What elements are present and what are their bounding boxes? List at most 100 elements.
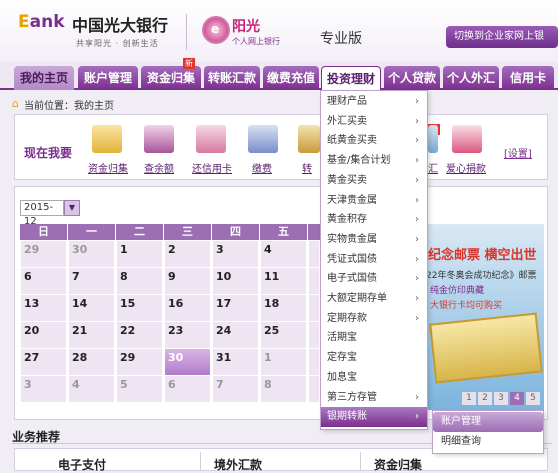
calendar-day[interactable]: 16	[164, 294, 211, 322]
calendar-day[interactable]: 10	[212, 267, 259, 295]
calendar-day[interactable]: 1	[260, 348, 307, 376]
chevron-right-icon: ›	[415, 293, 419, 304]
promo-page-3[interactable]: 3	[494, 392, 508, 405]
calendar-day[interactable]: 18	[260, 294, 307, 322]
nav-tab-credit-card[interactable]: 信用卡	[502, 66, 554, 90]
calendar-day[interactable]: 13	[20, 294, 67, 322]
dropdown-item[interactable]: 纸黄金买卖 ›	[321, 131, 427, 151]
quick-link-balance[interactable]: 查余额	[144, 160, 174, 175]
credit-card-icon[interactable]	[196, 125, 226, 153]
submenu-item-detail-query[interactable]: 明细查询	[433, 432, 543, 452]
dropdown-item[interactable]: 黄金买卖 ›	[321, 171, 427, 191]
dropdown-item[interactable]: 定存宝	[321, 348, 427, 368]
calendar-day[interactable]: 29	[116, 348, 163, 376]
new-badge: 新	[183, 58, 195, 69]
chevron-right-icon: ›	[415, 253, 419, 265]
quick-link-donation[interactable]: 爱心捐款	[446, 160, 486, 175]
quick-actions-title: 现在我要	[24, 146, 73, 160]
quick-settings-link[interactable]: [设置]	[504, 145, 532, 160]
calendar-day[interactable]: 27	[20, 348, 67, 376]
calendar-day[interactable]: 4	[68, 375, 115, 403]
month-select[interactable]: 2015-12	[20, 200, 64, 227]
calendar-day[interactable]: 20	[20, 321, 67, 349]
dropdown-item[interactable]: 天津贵金属 ›	[321, 191, 427, 211]
calendar-day[interactable]: 3	[212, 240, 259, 268]
remit-icon[interactable]	[428, 125, 438, 153]
business-item-fund-collection[interactable]: 资金归集	[374, 456, 422, 473]
calendar-day[interactable]: 5	[116, 375, 163, 403]
nav-tab-accounts[interactable]: 账户管理	[78, 66, 138, 90]
calendar-day[interactable]: 1	[116, 240, 163, 268]
quick-link-transfer[interactable]: 转	[302, 160, 312, 175]
dropdown-item-label: 黄金积存	[327, 214, 367, 226]
submenu-item-account-management[interactable]: 账户管理	[433, 412, 543, 432]
dropdown-item[interactable]: 加息宝	[321, 368, 427, 388]
dropdown-item[interactable]: 黄金积存 ›	[321, 210, 427, 230]
calendar-day[interactable]: 8	[260, 375, 307, 403]
transfer-icon[interactable]	[298, 125, 320, 153]
calendar-day[interactable]: 24	[212, 321, 259, 349]
dropdown-item[interactable]: 第三方存管 ›	[321, 388, 427, 408]
quick-link-bill-payment[interactable]: 缴费	[252, 160, 272, 175]
dropdown-item[interactable]: 大额定期存单 ›	[321, 289, 427, 309]
dropdown-item[interactable]: 凭证式国债 ›	[321, 250, 427, 270]
fund-collection-icon[interactable]	[92, 125, 122, 153]
promo-page-1[interactable]: 1	[462, 392, 476, 405]
calendar-day[interactable]: 22	[116, 321, 163, 349]
dropdown-item[interactable]: 定期存款 ›	[321, 309, 427, 329]
calendar-day[interactable]: 31	[212, 348, 259, 376]
business-item-e-payment[interactable]: 电子支付	[58, 456, 106, 473]
calendar-day[interactable]: 28	[68, 348, 115, 376]
quick-link-remit[interactable]: 汇	[428, 160, 438, 175]
calendar-day[interactable]: 6	[164, 375, 211, 403]
calendar-day[interactable]: 11	[260, 267, 307, 295]
calendar-day[interactable]: 30	[68, 240, 115, 268]
heart-donation-icon[interactable]	[452, 125, 482, 153]
calendar-day[interactable]: 25	[260, 321, 307, 349]
calendar-day[interactable]: 3	[20, 375, 67, 403]
dropdown-item[interactable]: 理财产品 ›	[321, 92, 427, 112]
calendar-day[interactable]: 6	[20, 267, 67, 295]
dropdown-item[interactable]: 基金/集合计划 ›	[321, 151, 427, 171]
bank-logo[interactable]: Eank	[18, 12, 65, 32]
nav-tab-loans[interactable]: 个人贷款	[384, 66, 440, 90]
dropdown-item-label: 定期存款	[327, 312, 367, 324]
calendar-day[interactable]: 2	[164, 240, 211, 268]
calendar-day[interactable]: 23	[164, 321, 211, 349]
dropdown-item-label: 天津贵金属	[327, 194, 377, 206]
nav-tab-forex[interactable]: 个人外汇	[443, 66, 499, 90]
promo-page-5[interactable]: 5	[526, 392, 540, 405]
chevron-right-icon: ›	[415, 411, 419, 423]
dropdown-item[interactable]: 实物贵金属 ›	[321, 230, 427, 250]
dropdown-item[interactable]: 活期宝	[321, 328, 427, 348]
calendar-day[interactable]: 17	[212, 294, 259, 322]
business-item-overseas-remit[interactable]: 境外汇款	[214, 456, 262, 473]
quick-link-fund-collection[interactable]: 资金归集	[88, 160, 128, 175]
nav-tab-fund-collection[interactable]: 资金归集	[141, 66, 201, 90]
calendar-day[interactable]: 4	[260, 240, 307, 268]
calendar-day[interactable]: 7	[68, 267, 115, 295]
nav-tab-payment[interactable]: 缴费充值	[263, 66, 319, 90]
dropdown-item[interactable]: 电子式国债 ›	[321, 269, 427, 289]
promo-page-2[interactable]: 2	[478, 392, 492, 405]
dropdown-item[interactable]: 外汇买卖 ›	[321, 112, 427, 132]
dropdown-item[interactable]: 银期转账 ›	[321, 407, 427, 428]
bill-payment-icon[interactable]	[248, 125, 278, 153]
calendar-day[interactable]: 8	[116, 267, 163, 295]
calendar-day[interactable]: 21	[68, 321, 115, 349]
nav-tab-home[interactable]: 我的主页	[14, 66, 74, 90]
calendar-day[interactable]: 9	[164, 267, 211, 295]
calendar-day[interactable]: 7	[212, 375, 259, 403]
dropdown-item-label: 银期转账	[327, 411, 367, 423]
chevron-down-icon[interactable]: ▼	[64, 200, 80, 216]
quick-link-credit-card[interactable]: 还信用卡	[192, 160, 232, 175]
nav-tab-transfer[interactable]: 转账汇款	[204, 66, 260, 90]
nav-tab-investment[interactable]: 投资理财	[321, 66, 381, 90]
calendar-day[interactable]: 29	[20, 240, 67, 268]
calendar-day[interactable]: 15	[116, 294, 163, 322]
calendar-day[interactable]: 30	[164, 348, 211, 376]
calendar-day[interactable]: 14	[68, 294, 115, 322]
balance-search-icon[interactable]	[144, 125, 174, 153]
promo-page-4[interactable]: 4	[510, 392, 524, 405]
switch-to-enterprise-button[interactable]: 切换到企业家网上银	[446, 26, 558, 48]
